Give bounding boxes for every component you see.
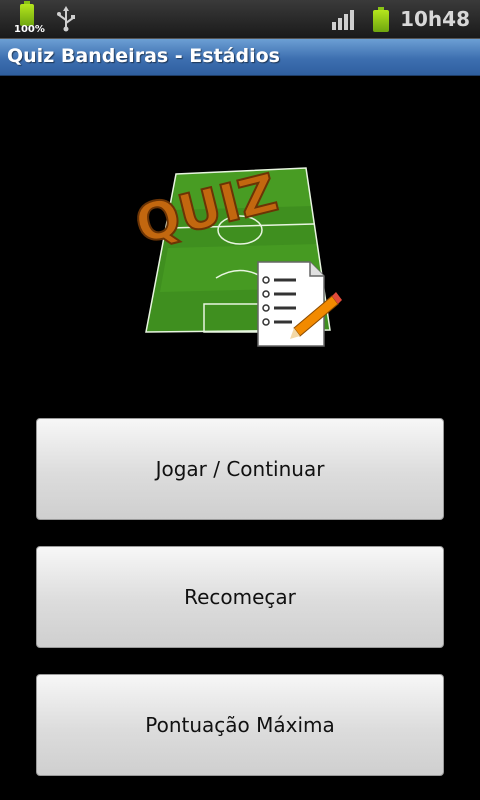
play-continue-button[interactable]: Jogar / Continuar xyxy=(36,418,444,520)
quiz-logo: QUIZ xyxy=(128,138,348,352)
signal-icon xyxy=(332,8,358,30)
clock-time: 10h48 xyxy=(400,7,470,31)
app-title: Quiz Bandeiras - Estádios xyxy=(7,45,280,67)
battery-icon: 100% xyxy=(14,1,45,35)
restart-button[interactable]: Recomeçar xyxy=(36,546,444,648)
status-bar: 100% 10h48 xyxy=(0,0,480,39)
app-screen: 100% 10h48 Quiz Bandeiras - Estádios QUI… xyxy=(0,0,480,800)
title-bar: Quiz Bandeiras - Estádios xyxy=(0,39,480,76)
usb-icon xyxy=(54,6,78,32)
checklist-document-icon xyxy=(257,261,342,347)
battery-icon xyxy=(372,6,390,32)
battery-percent: 100% xyxy=(14,24,45,35)
high-score-button[interactable]: Pontuação Máxima xyxy=(36,674,444,776)
